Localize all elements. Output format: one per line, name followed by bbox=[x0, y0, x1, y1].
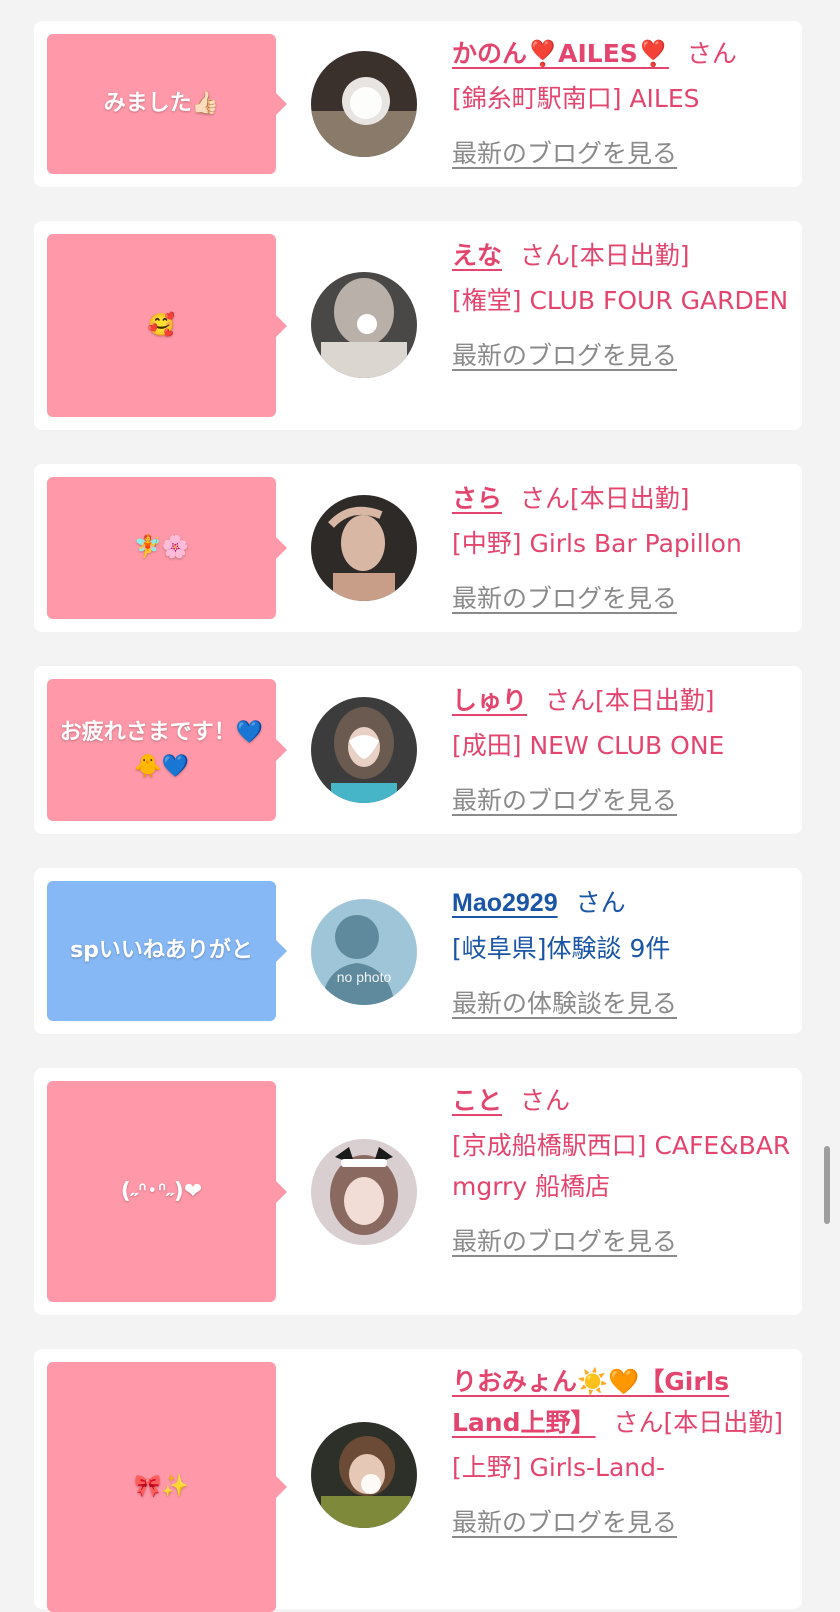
message-card: 🎀✨ りおみょん☀️🧡【Girls Land上野】 さん[本日出勤] [上野] G… bbox=[34, 1349, 802, 1612]
review-count: [岐阜県]体験談 9件 bbox=[452, 934, 671, 963]
card-info: かのん❣️AILES❣️ さん [錦糸町駅南口] AILES 最新のブログを見る bbox=[452, 33, 792, 174]
avatar[interactable] bbox=[311, 697, 417, 803]
latest-blog-link[interactable]: 最新のブログを見る bbox=[452, 133, 792, 174]
work-status: [本日出勤] bbox=[570, 484, 690, 513]
message-text: 🧚🌸 bbox=[134, 535, 189, 560]
message-card: (˶ᐢ･ᐢ˶)❤ こと さん [京成船橋駅西口] CAFE&BAR mgrry 船… bbox=[34, 1068, 802, 1315]
avatar[interactable] bbox=[311, 1139, 417, 1245]
no-photo-label: no photo bbox=[336, 969, 392, 985]
shop-name: [京成船橋駅西口] CAFE&BAR mgrry 船橋店 bbox=[452, 1131, 791, 1201]
honorific: さん bbox=[545, 686, 596, 715]
card-info: さら さん[本日出勤] [中野] Girls Bar Papillon 最新のブロ… bbox=[452, 478, 792, 619]
honorific: さん bbox=[613, 1408, 664, 1437]
work-status: [本日出勤] bbox=[595, 686, 715, 715]
message-text: 🥰 bbox=[147, 312, 176, 338]
message-card: 🧚🌸 さら さん[本日出勤] [中野] Girls Bar Papillon 最新… bbox=[34, 464, 802, 632]
message-text: みました👍🏻 bbox=[103, 91, 220, 116]
shop-name: [錦糸町駅南口] AILES bbox=[452, 84, 700, 113]
message-text: お疲れさまです！💙🐥💙 bbox=[59, 720, 264, 779]
message-card: みました👍🏻 かのん❣️AILES❣️ さん [錦糸町駅南口] AILES 最新の… bbox=[34, 21, 802, 187]
avatar[interactable] bbox=[311, 495, 417, 601]
message-bubble: 🥰 bbox=[47, 234, 287, 417]
message-card: spいいねありがと no photo Mao2929 さん [岐阜県]体験談 9件… bbox=[34, 868, 802, 1034]
user-name-link[interactable]: こと bbox=[452, 1086, 502, 1115]
message-text: spいいねありがと bbox=[70, 938, 253, 963]
message-bubble: みました👍🏻 bbox=[47, 34, 287, 174]
user-name-link[interactable]: えな bbox=[452, 241, 502, 270]
honorific: さん bbox=[520, 484, 571, 513]
message-bubble: spいいねありがと bbox=[47, 881, 287, 1021]
card-info: Mao2929 さん [岐阜県]体験談 9件 最新の体験談を見る bbox=[452, 882, 792, 1024]
card-info: こと さん [京成船橋駅西口] CAFE&BAR mgrry 船橋店 最新のブログ… bbox=[452, 1080, 792, 1262]
avatar[interactable] bbox=[311, 51, 417, 157]
user-name-link[interactable]: さら bbox=[452, 484, 502, 513]
user-name-link[interactable]: Mao2929 bbox=[452, 889, 558, 917]
latest-review-link[interactable]: 最新の体験談を見る bbox=[452, 983, 792, 1024]
avatar[interactable] bbox=[311, 1422, 417, 1528]
latest-blog-link[interactable]: 最新のブログを見る bbox=[452, 578, 792, 619]
honorific: さん bbox=[686, 39, 737, 68]
honorific: さん bbox=[575, 888, 626, 917]
latest-blog-link[interactable]: 最新のブログを見る bbox=[452, 1221, 792, 1262]
avatar[interactable] bbox=[311, 272, 417, 378]
message-bubble: 🧚🌸 bbox=[47, 477, 287, 619]
message-bubble: 🎀✨ bbox=[47, 1362, 287, 1612]
card-info: えな さん[本日出勤] [権堂] CLUB FOUR GARDEN 最新のブログを… bbox=[452, 235, 792, 376]
message-bubble: (˶ᐢ･ᐢ˶)❤ bbox=[47, 1081, 287, 1302]
shop-name: [上野] Girls-Land- bbox=[452, 1453, 666, 1482]
scrollbar[interactable] bbox=[824, 1146, 830, 1224]
work-status: [本日出勤] bbox=[570, 241, 690, 270]
message-card: 🥰 えな さん[本日出勤] [権堂] CLUB FOUR GARDEN 最新のブロ… bbox=[34, 221, 802, 430]
shop-name: [中野] Girls Bar Papillon bbox=[452, 529, 742, 558]
latest-blog-link[interactable]: 最新のブログを見る bbox=[452, 1502, 792, 1543]
work-status: [本日出勤] bbox=[663, 1408, 784, 1437]
shop-name: [権堂] CLUB FOUR GARDEN bbox=[452, 286, 789, 315]
latest-blog-link[interactable]: 最新のブログを見る bbox=[452, 780, 792, 821]
user-name-link[interactable]: しゅり bbox=[452, 686, 527, 715]
user-name-link[interactable]: かのん❣️AILES❣️ bbox=[452, 39, 669, 68]
card-info: りおみょん☀️🧡【Girls Land上野】 さん[本日出勤] [上野] Girl… bbox=[452, 1361, 792, 1543]
latest-blog-link[interactable]: 最新のブログを見る bbox=[452, 335, 792, 376]
message-card: お疲れさまです！💙🐥💙 しゅり さん[本日出勤] [成田] NEW CLUB ON… bbox=[34, 666, 802, 834]
message-bubble: お疲れさまです！💙🐥💙 bbox=[47, 679, 287, 821]
card-info: しゅり さん[本日出勤] [成田] NEW CLUB ONE 最新のブログを見る bbox=[452, 680, 792, 821]
honorific: さん bbox=[520, 1086, 571, 1115]
avatar-no-photo[interactable]: no photo bbox=[311, 899, 417, 1005]
message-text: (˶ᐢ･ᐢ˶)❤ bbox=[120, 1178, 203, 1204]
shop-name: [成田] NEW CLUB ONE bbox=[452, 731, 725, 760]
message-text: 🎀✨ bbox=[134, 1474, 189, 1499]
honorific: さん bbox=[520, 241, 571, 270]
